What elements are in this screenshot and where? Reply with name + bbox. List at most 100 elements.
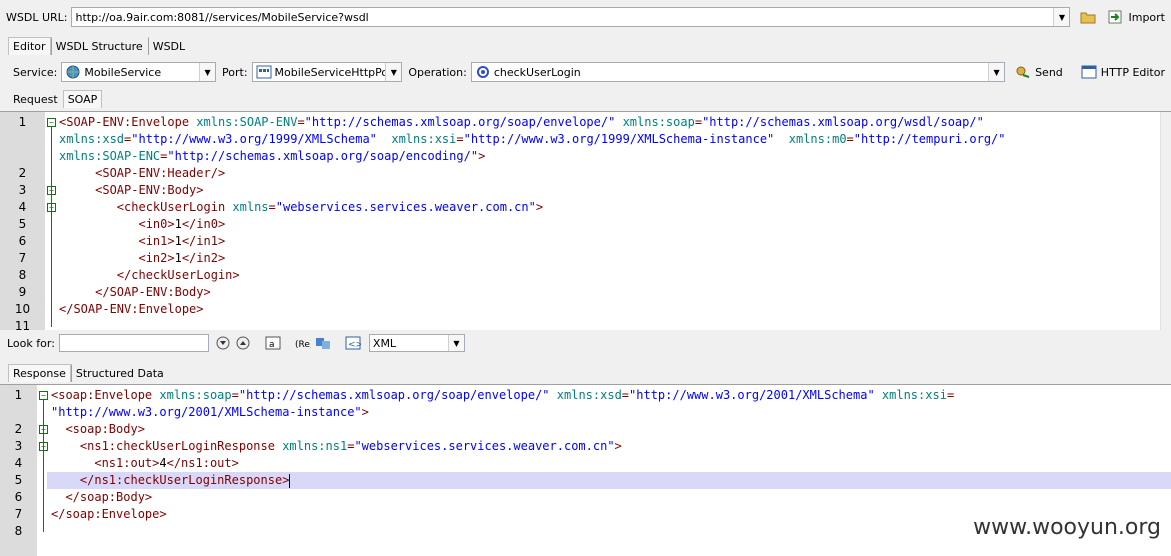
vertical-scrollbar[interactable] (1160, 112, 1171, 330)
line-number: 7 (14, 507, 23, 521)
http-editor-button[interactable]: HTTP Editor (1069, 65, 1171, 79)
operation-select[interactable]: checkUserLogin ▼ (470, 62, 1006, 82)
operation-toolbar: Service: MobileService ▼ Port: MobileSer… (0, 61, 1171, 83)
tab-response[interactable]: Response (8, 364, 71, 382)
svg-text:<>: <> (348, 340, 361, 350)
code-line: 7 <in2>1</in2> (0, 250, 1171, 267)
import-button[interactable]: Import (1102, 10, 1171, 24)
line-number: 7 (18, 251, 27, 265)
code-line: xmlns:SOAP-ENC="http://schemas.xmlsoap.o… (0, 148, 1171, 165)
match-case-icon: a (265, 336, 281, 350)
replace-button[interactable] (313, 336, 333, 350)
http-editor-icon (1081, 65, 1097, 79)
line-number: 8 (18, 268, 27, 282)
port-label: Port: (222, 65, 248, 79)
arrow-down-circle-icon (216, 336, 230, 350)
port-icon (256, 65, 272, 79)
fold-toggle-icon[interactable]: − (47, 118, 56, 127)
code-text: <SOAP-ENV:Body> (59, 183, 204, 197)
code-line: 9 </SOAP-ENV:Body> (0, 284, 1171, 301)
code-line: 4 <ns1:out>4</ns1:out> (0, 455, 1171, 472)
code-text: </soap:Envelope> (51, 507, 167, 521)
code-text: <in0>1</in0> (59, 217, 226, 231)
line-number: 4 (18, 200, 27, 214)
code-text: xmlns:xsd="http://www.w3.org/1999/XMLSch… (59, 132, 1006, 146)
code-text: </SOAP-ENV:Envelope> (59, 302, 204, 316)
regex-icon: (Re) (295, 340, 311, 350)
code-text: <in2>1</in2> (59, 251, 226, 265)
line-number: 1 (14, 388, 23, 402)
code-line: 2 <soap:Body> (0, 421, 1171, 438)
line-number: 6 (18, 234, 27, 248)
code-line: 5 <in0>1</in0> (0, 216, 1171, 233)
tab-wsdl[interactable]: WSDL (147, 37, 190, 55)
line-number: 1 (18, 115, 27, 129)
wsdl-url-bar: WSDL URL: http://oa.9air.com:8081//servi… (0, 6, 1171, 28)
code-line: 2 <SOAP-ENV:Header/> (0, 165, 1171, 182)
text-caret (289, 473, 291, 488)
chevron-down-icon[interactable]: ▼ (988, 63, 1005, 81)
chevron-down-icon[interactable]: ▼ (447, 335, 464, 351)
send-button[interactable]: Send (1005, 65, 1069, 79)
search-bar: Look for: a (Re) <> XML ▼ (0, 333, 1171, 353)
svg-text:a: a (269, 340, 275, 350)
code-text: <SOAP-ENV:Envelope xmlns:SOAP-ENV="http:… (59, 115, 984, 129)
regex-button[interactable]: (Re) (283, 336, 313, 350)
tab-wsdl-structure[interactable]: WSDL Structure (50, 37, 148, 55)
look-for-label: Look for: (7, 336, 55, 350)
replace-icon (315, 338, 330, 349)
code-text: "http://www.w3.org/2001/XMLSchema-instan… (51, 405, 369, 419)
folder-icon (1080, 12, 1096, 24)
code-text: </ns1:checkUserLoginResponse> (51, 473, 291, 488)
import-icon (1108, 10, 1122, 24)
tab-editor[interactable]: Editor (8, 37, 51, 55)
send-icon (1016, 66, 1030, 78)
code-text: <soap:Envelope xmlns:soap="http://schema… (51, 388, 955, 402)
fold-toggle-icon[interactable]: − (39, 391, 48, 400)
line-number: 9 (18, 285, 27, 299)
code-line: 6 <in1>1</in1> (0, 233, 1171, 250)
line-number: 2 (14, 422, 23, 436)
line-number: 3 (14, 439, 23, 453)
code-text: xmlns:SOAP-ENC="http://schemas.xmlsoap.o… (59, 149, 486, 163)
line-number: 10 (14, 302, 31, 316)
format-button[interactable]: <> (333, 336, 363, 350)
tab-soap[interactable]: SOAP (62, 90, 103, 108)
code-line: 1 <SOAP-ENV:Envelope xmlns:SOAP-ENV="http… (0, 114, 1171, 131)
chevron-down-icon[interactable]: ▼ (199, 63, 216, 81)
code-line: 10 </SOAP-ENV:Envelope> (0, 301, 1171, 318)
code-text: <in1>1</in1> (59, 234, 226, 248)
wsdl-url-input[interactable]: http://oa.9air.com:8081//services/Mobile… (71, 7, 1071, 27)
find-next-button[interactable] (209, 336, 233, 350)
chevron-down-icon[interactable]: ▼ (1053, 8, 1070, 26)
request-editor[interactable]: 1 <SOAP-ENV:Envelope xmlns:SOAP-ENV="http… (0, 111, 1171, 330)
find-previous-button[interactable] (233, 336, 253, 350)
svg-text:(Re): (Re) (295, 340, 311, 350)
code-text: </checkUserLogin> (59, 268, 240, 282)
tab-structured-data[interactable]: Structured Data (70, 364, 169, 382)
arrow-up-circle-icon (236, 336, 250, 350)
service-select[interactable]: MobileService ▼ (61, 62, 217, 82)
format-select[interactable]: XML ▼ (368, 334, 465, 352)
code-text: </soap:Body> (51, 490, 153, 504)
code-text: <ns1:checkUserLoginResponse xmlns:ns1="w… (51, 439, 622, 453)
code-text: <checkUserLogin xmlns="webservices.servi… (59, 200, 544, 214)
match-case-button[interactable]: a (253, 336, 283, 350)
line-number: 5 (14, 473, 23, 487)
code-line: 6 </soap:Body> (0, 489, 1171, 506)
open-folder-button[interactable] (1070, 10, 1102, 24)
code-text: <soap:Body> (51, 422, 145, 436)
fold-guide (51, 212, 52, 293)
line-number: 6 (14, 490, 23, 504)
line-number: 4 (14, 456, 23, 470)
code-text: <SOAP-ENV:Header/> (59, 166, 226, 180)
tab-request[interactable]: Request (8, 90, 63, 108)
watermark-text: www.wooyun.org (973, 515, 1161, 540)
chevron-down-icon[interactable]: ▼ (385, 63, 402, 81)
look-for-input[interactable] (58, 334, 209, 352)
code-line: 5 </ns1:checkUserLoginResponse> (15, 472, 1171, 489)
code-line: "http://www.w3.org/2001/XMLSchema-instan… (0, 404, 1171, 421)
port-select[interactable]: MobileServiceHttpPort ▼ (251, 62, 403, 82)
code-line: 1 <soap:Envelope xmlns:soap="http://schem… (0, 387, 1171, 404)
fold-guide (43, 451, 44, 498)
